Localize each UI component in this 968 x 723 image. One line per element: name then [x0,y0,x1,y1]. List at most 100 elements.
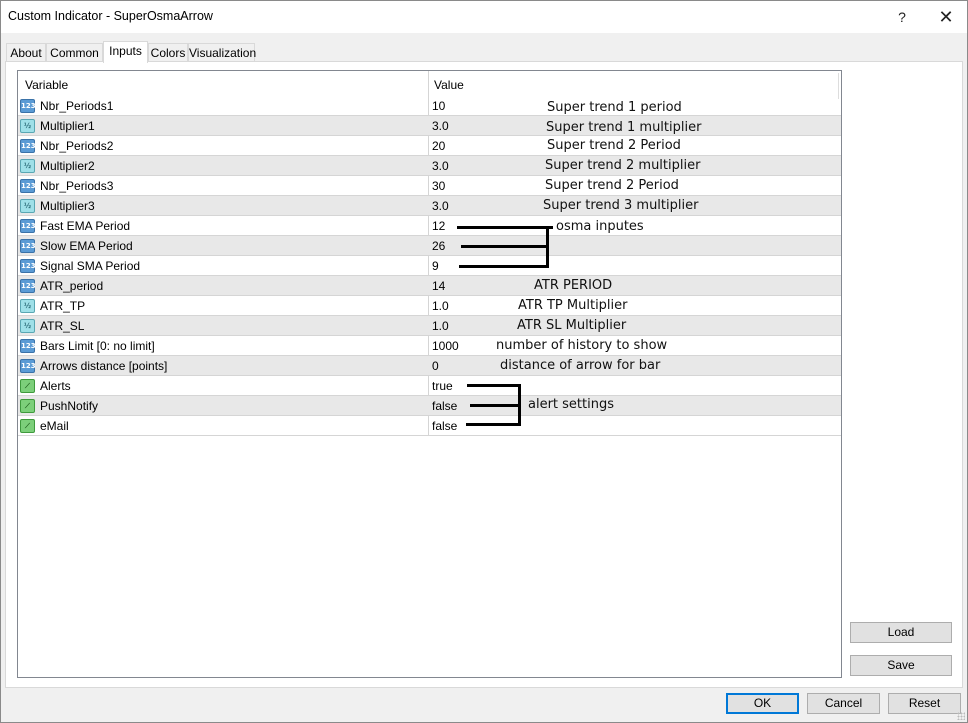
alert-bracket-vertical [518,384,521,426]
variable-name: PushNotify [40,399,99,413]
table-row[interactable]: 123 ATR_period 14 [18,276,841,296]
table-row[interactable]: 123 Slow EMA Period 26 [18,236,841,256]
variable-value[interactable]: 1.0 [432,299,449,313]
variable-name: Fast EMA Period [40,219,131,233]
annotation-st2-multiplier: Super trend 2 multiplier [545,158,701,173]
close-icon[interactable]: ✕ [928,5,964,29]
integer-type-icon: 123 [20,179,36,193]
double-type-icon: ½ [20,319,35,333]
table-row[interactable]: 123 Nbr_Periods1 10 [18,96,841,116]
integer-type-icon: 123 [20,139,36,153]
variable-name: Bars Limit [0: no limit] [40,339,155,353]
variable-value[interactable]: 9 [432,259,439,273]
variable-value[interactable]: 3.0 [432,199,449,213]
variable-name: ATR_period [40,279,104,293]
annotation-st1-period: Super trend 1 period [547,100,682,115]
help-button[interactable]: ? [884,5,920,29]
boolean-type-icon: ⟋ [20,419,35,433]
variable-value[interactable]: 14 [432,279,445,293]
tab-visualization[interactable]: Visualization [188,43,256,62]
annotation-st3-period: Super trend 2 Period [545,178,679,193]
variable-name: Nbr_Periods2 [40,139,114,153]
table-row[interactable]: ½ ATR_TP 1.0 [18,296,841,316]
table-row[interactable]: 123 Signal SMA Period 9 [18,256,841,276]
ok-button[interactable]: OK [726,693,799,714]
variable-name: Multiplier3 [40,199,95,213]
variable-name: Nbr_Periods3 [40,179,114,193]
table-row[interactable]: 123 Arrows distance [points] 0 [18,356,841,376]
tab-common[interactable]: Common [46,43,103,62]
table-row[interactable]: 123 Bars Limit [0: no limit] 1000 [18,336,841,356]
tab-colors[interactable]: Colors [148,43,188,62]
variable-value[interactable]: 10 [432,99,445,113]
annotation-st1-multiplier: Super trend 1 multiplier [546,120,702,135]
variable-value[interactable]: false [432,399,457,413]
integer-type-icon: 123 [20,359,36,373]
annotation-st2-period: Super trend 2 Period [547,138,681,153]
annotation-alerts: alert settings [528,397,614,412]
variable-value[interactable]: 3.0 [432,119,449,133]
double-type-icon: ½ [20,299,35,313]
annotation-atr-tp: ATR TP Multiplier [518,298,628,313]
table-row[interactable]: ⟋ eMail false [18,416,841,436]
osma-bracket-line [459,265,549,268]
variable-value[interactable]: 3.0 [432,159,449,173]
variable-value[interactable]: 20 [432,139,445,153]
annotation-arrows-distance: distance of arrow for bar [500,358,661,373]
indicator-dialog: Custom Indicator - SuperOsmaArrow ? ✕ Ab… [0,0,968,723]
variable-value[interactable]: 1000 [432,339,459,353]
variable-value[interactable]: 12 [432,219,445,233]
variable-name: Signal SMA Period [40,259,141,273]
integer-type-icon: 123 [20,99,36,113]
variable-name: Arrows distance [points] [40,359,168,373]
variable-value[interactable]: false [432,419,457,433]
osma-bracket-line [461,245,549,248]
cancel-button[interactable]: Cancel [807,693,880,714]
title-bar: Custom Indicator - SuperOsmaArrow ? ✕ [1,1,967,33]
column-header-variable[interactable]: Variable [25,78,68,92]
variable-value[interactable]: true [432,379,453,393]
integer-type-icon: 123 [20,339,36,353]
tab-inputs[interactable]: Inputs [103,41,148,63]
variable-name: Nbr_Periods1 [40,99,114,113]
annotation-atr-sl: ATR SL Multiplier [517,318,627,333]
alert-bracket-line [470,404,521,407]
variable-value[interactable]: 30 [432,179,445,193]
resize-grip[interactable] [957,712,965,720]
load-button[interactable]: Load [850,622,952,643]
annotation-osma: osma inputes [556,219,644,234]
table-row[interactable]: ½ Multiplier1 3.0 [18,116,841,136]
window-title: Custom Indicator - SuperOsmaArrow [8,9,213,23]
table-row[interactable]: 123 Nbr_Periods3 30 [18,176,841,196]
table-row[interactable]: ⟋ PushNotify false [18,396,841,416]
save-button[interactable]: Save [850,655,952,676]
reset-button[interactable]: Reset [888,693,961,714]
variable-value[interactable]: 1.0 [432,319,449,333]
double-type-icon: ½ [20,119,35,133]
alert-bracket-line [467,384,521,387]
variable-name: Slow EMA Period [40,239,133,253]
grid-header: Variable Value [18,71,841,96]
integer-type-icon: 123 [20,259,36,273]
variable-name: ATR_TP [40,299,86,313]
table-row[interactable]: 123 Fast EMA Period 12 [18,216,841,236]
grid-rows: 123 Nbr_Periods1 10 ½ Multiplier1 3.0 123 Nbr_P… [18,96,841,436]
variable-name: Alerts [40,379,71,393]
table-row[interactable]: ½ ATR_SL 1.0 [18,316,841,336]
variable-name: Multiplier1 [40,119,95,133]
osma-bracket-vertical [546,226,549,268]
double-type-icon: ½ [20,199,35,213]
table-row[interactable]: ½ Multiplier3 3.0 [18,196,841,216]
annotation-atr-period: ATR PERIOD [534,278,613,293]
integer-type-icon: 123 [20,219,36,233]
tab-about[interactable]: About [6,43,46,62]
table-row[interactable]: ⟋ Alerts true [18,376,841,396]
table-row[interactable]: 123 Nbr_Periods2 20 [18,136,841,156]
boolean-type-icon: ⟋ [20,399,35,413]
variable-name: eMail [40,419,69,433]
column-header-value[interactable]: Value [434,78,464,92]
table-row[interactable]: ½ Multiplier2 3.0 [18,156,841,176]
variable-value[interactable]: 26 [432,239,445,253]
variable-name: ATR_SL [40,319,85,333]
variable-value[interactable]: 0 [432,359,439,373]
